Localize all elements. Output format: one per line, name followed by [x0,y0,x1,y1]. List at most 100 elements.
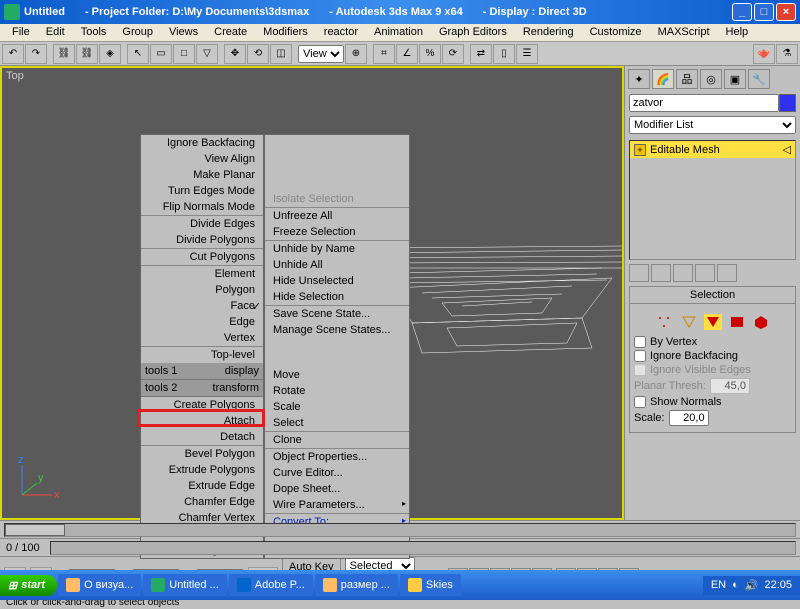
stack-editable-mesh[interactable]: + Editable Mesh ◁ [630,141,795,158]
qm-element[interactable]: Element [141,265,263,282]
qm-create-polygons[interactable]: Create Polygons [141,397,263,413]
face-subobj-icon[interactable] [704,314,722,330]
ref-coord-dropdown[interactable]: View [298,45,344,63]
qm-wire-parameters[interactable]: Wire Parameters... [265,497,409,513]
remove-mod-button[interactable] [695,264,715,282]
start-button[interactable]: ⊞start [0,575,57,596]
spinner-snap-button[interactable]: ⟳ [442,44,464,64]
qm-unhide-all[interactable]: Unhide All [265,257,409,273]
qm-ignore-backfacing[interactable]: Ignore Backfacing [141,135,263,151]
menu-animation[interactable]: Animation [366,24,431,41]
redo-button[interactable]: ↷ [25,44,47,64]
hierarchy-tab[interactable]: 品 [676,69,698,89]
align-button[interactable]: ▯ [493,44,515,64]
qm-extrude-edge[interactable]: Extrude Edge [141,478,263,494]
task-item-5[interactable]: Skies [400,574,461,596]
pin-stack-button[interactable] [629,264,649,282]
menu-help[interactable]: Help [718,24,757,41]
angle-snap-button[interactable]: ∠ [396,44,418,64]
qm-unhide-by-name[interactable]: Unhide by Name [265,240,409,257]
menu-edit[interactable]: Edit [38,24,73,41]
qm-cut-polygons[interactable]: Cut Polygons [141,248,263,265]
show-end-button[interactable] [651,264,671,282]
qm-view-align[interactable]: View Align [141,151,263,167]
render-button[interactable]: 🫖 [753,44,775,64]
menu-group[interactable]: Group [114,24,161,41]
move-button[interactable]: ✥ [224,44,246,64]
qm-detach[interactable]: Detach [141,429,263,445]
task-item-3[interactable]: Adobe P... [229,574,313,596]
undo-button[interactable]: ↶ [2,44,24,64]
qm-manage-scene-states[interactable]: Manage Scene States... [265,322,409,338]
menu-modifiers[interactable]: Modifiers [255,24,316,41]
motion-tab[interactable]: ◎ [700,69,722,89]
tray-icon[interactable]: 🔊 [745,579,759,592]
qm-freeze-selection[interactable]: Freeze Selection [265,224,409,240]
polygon-subobj-icon[interactable] [728,314,746,330]
link-button[interactable]: ⛓ [53,44,75,64]
snap-button[interactable]: ⌗ [373,44,395,64]
viewport-top[interactable]: Top z x y Ignore Backfacing View Align M [0,66,624,520]
clock[interactable]: 22:05 [764,579,792,591]
modifier-list-dropdown[interactable]: Modifier List [629,116,796,134]
menu-maxscript[interactable]: MAXScript [650,24,718,41]
mirror-button[interactable]: ⇄ [470,44,492,64]
modify-tab[interactable]: 🌈 [652,69,674,89]
qm-isolate[interactable]: Isolate Selection [265,191,409,207]
element-subobj-icon[interactable] [752,314,770,330]
modifier-stack[interactable]: + Editable Mesh ◁ [629,140,796,260]
percent-snap-button[interactable]: % [419,44,441,64]
layers-button[interactable]: ☰ [516,44,538,64]
qm-make-planar[interactable]: Make Planar [141,167,263,183]
menu-file[interactable]: File [4,24,38,41]
utilities-tab[interactable]: 🔧 [748,69,770,89]
qm-hide-selection[interactable]: Hide Selection [265,289,409,305]
filter-button[interactable]: ▽ [196,44,218,64]
qm-object-properties[interactable]: Object Properties... [265,448,409,465]
bind-button[interactable]: ◈ [99,44,121,64]
create-tab[interactable]: ✦ [628,69,650,89]
lang-indicator[interactable]: EN [711,579,726,591]
tray-icon[interactable]: ◐ [732,579,739,591]
minimize-button[interactable]: _ [732,3,752,21]
time-slider[interactable] [5,524,65,536]
menu-tools[interactable]: Tools [73,24,115,41]
qm-rotate[interactable]: Rotate [265,383,409,399]
qm-face[interactable]: Face [141,298,263,314]
qm-hide-unselected[interactable]: Hide Unselected [265,273,409,289]
selection-rollout-title[interactable]: Selection [630,287,795,304]
menu-reactor[interactable]: reactor [316,24,366,41]
scale-button[interactable]: ◫ [270,44,292,64]
qm-save-scene-state[interactable]: Save Scene State... [265,305,409,322]
ignore-backfacing-checkbox[interactable] [634,350,646,362]
unique-button[interactable] [673,264,693,282]
qm-divide-edges[interactable]: Divide Edges [141,215,263,232]
configure-button[interactable] [717,264,737,282]
menu-rendering[interactable]: Rendering [515,24,582,41]
edge-subobj-icon[interactable] [680,314,698,330]
qm-polygon[interactable]: Polygon [141,282,263,298]
expand-icon[interactable]: + [634,144,646,156]
qm-extrude-polygons[interactable]: Extrude Polygons [141,462,263,478]
qm-turn-edges[interactable]: Turn Edges Mode [141,183,263,199]
display-tab[interactable]: ▣ [724,69,746,89]
qm-dope-sheet[interactable]: Dope Sheet... [265,481,409,497]
qm-clone[interactable]: Clone [265,431,409,448]
select-name-button[interactable]: ▭ [150,44,172,64]
timeline[interactable] [0,520,800,538]
trackbar[interactable] [50,541,796,555]
object-name-input[interactable] [629,94,779,112]
qm-edge[interactable]: Edge [141,314,263,330]
vertex-subobj-icon[interactable] [656,314,674,330]
qm-flip-normals[interactable]: Flip Normals Mode [141,199,263,215]
render-scene-button[interactable]: ⚗ [776,44,798,64]
stack-vis-icon[interactable]: ◁ [783,143,791,156]
menu-graph-editors[interactable]: Graph Editors [431,24,515,41]
object-color-swatch[interactable] [779,94,796,112]
by-vertex-checkbox[interactable] [634,336,646,348]
qm-chamfer-edge[interactable]: Chamfer Edge [141,494,263,510]
menu-create[interactable]: Create [206,24,255,41]
task-item-2[interactable]: Untitled ... [143,574,227,596]
task-item-4[interactable]: размер ... [315,574,398,596]
qm-scale[interactable]: Scale [265,399,409,415]
